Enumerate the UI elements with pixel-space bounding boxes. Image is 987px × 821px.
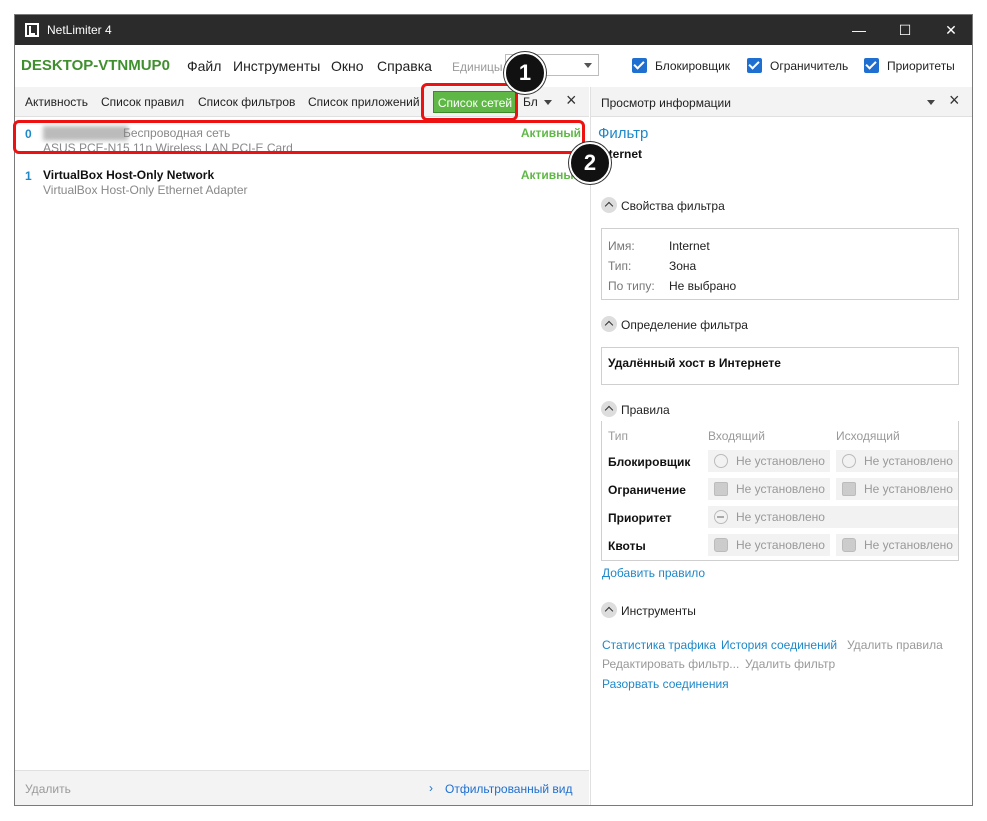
radio-icon — [714, 454, 728, 468]
rules-table: Тип Входящий Исходящий Блокировщик Не ус… — [601, 421, 959, 561]
filter-properties: Имя: Internet Тип: Зона По типу: Не выбр… — [601, 228, 959, 300]
menu-file[interactable]: Файл — [187, 58, 221, 74]
priorities-label: Приоритеты — [887, 59, 955, 73]
host-name: DESKTOP-VTNMUP0 — [21, 57, 170, 74]
minimize-button[interactable]: — — [836, 15, 882, 45]
quota-icon — [714, 538, 728, 552]
rule-in-blocker[interactable]: Не установлено — [708, 450, 830, 472]
menu-help[interactable]: Справка — [377, 58, 432, 74]
rule-value: Не установлено — [736, 510, 825, 524]
rule-out-quota[interactable]: Не установлено — [836, 534, 958, 556]
delete-filter-link[interactable]: Удалить фильтр — [745, 657, 835, 671]
limiter-checkbox[interactable] — [747, 58, 762, 73]
tab-filters-list[interactable]: Список фильтров — [198, 95, 295, 109]
add-rule-link[interactable]: Добавить правило — [602, 566, 705, 580]
panel-menu-chevron-icon[interactable] — [927, 100, 935, 105]
priority-icon — [714, 510, 728, 524]
definition-text: Удалённый хост в Интернете — [608, 356, 781, 370]
delete-rules-link[interactable]: Удалить правила — [847, 638, 943, 652]
filtered-view-button[interactable]: Отфильтрованный вид — [445, 782, 572, 796]
definition-section-label: Определение фильтра — [621, 318, 748, 332]
quota-icon — [842, 538, 856, 552]
props-section-label: Свойства фильтра — [621, 199, 725, 213]
rule-priority[interactable]: Не установлено — [708, 506, 958, 528]
connection-history-link[interactable]: История соединений — [721, 638, 837, 652]
collapse-icon — [601, 316, 617, 332]
edit-filter-link[interactable]: Редактировать фильтр... — [602, 657, 739, 671]
units-label: Единицы — [452, 60, 503, 74]
chevron-down-icon — [584, 63, 592, 68]
blocker-label: Блокировщик — [655, 59, 731, 73]
rules-col-type: Тип — [608, 429, 629, 443]
blocker-checkbox[interactable] — [632, 58, 647, 73]
list-item[interactable]: 1 VirtualBox Host-Only Network VirtualBo… — [15, 162, 589, 202]
info-panel: Просмотр информации × Фильтр Internet Св… — [590, 87, 972, 805]
rule-type: Квоты — [608, 539, 646, 553]
close-window-button[interactable]: ✕ — [928, 15, 972, 45]
callout-highlight-tab — [421, 83, 518, 121]
priorities-checkbox[interactable] — [864, 58, 879, 73]
callout-badge-2: 2 — [569, 142, 611, 184]
prop-value: Не выбрано — [669, 279, 737, 293]
filter-title: Фильтр — [598, 125, 649, 142]
radio-icon — [842, 454, 856, 468]
rule-value: Не установлено — [864, 482, 953, 496]
menu-window[interactable]: Окно — [331, 58, 364, 74]
close-panel-icon[interactable]: × — [949, 90, 960, 111]
rules-section-label: Правила — [621, 403, 670, 417]
title-bar: NetLimiter 4 — ☐ ✕ — [15, 15, 972, 45]
netlimiter-logo-icon — [25, 23, 39, 37]
traffic-stats-link[interactable]: Статистика трафика — [602, 638, 716, 652]
prop-key: Тип: — [608, 259, 632, 273]
rule-out-blocker[interactable]: Не установлено — [836, 450, 958, 472]
rule-type: Ограничение — [608, 483, 686, 497]
prop-key: Имя: — [608, 239, 635, 253]
network-name: VirtualBox Host-Only Network — [43, 168, 215, 182]
prop-value: Зона — [669, 259, 697, 273]
rule-value: Не установлено — [864, 538, 953, 552]
tab-activity[interactable]: Активность — [25, 95, 88, 109]
rule-value: Не установлено — [864, 454, 953, 468]
collapse-icon — [601, 401, 617, 417]
rules-col-in: Входящий — [708, 429, 765, 443]
rule-value: Не установлено — [736, 454, 825, 468]
collapse-icon — [601, 602, 617, 618]
network-index: 1 — [25, 169, 32, 183]
prop-key: По типу: — [608, 279, 655, 293]
rule-out-limit[interactable]: Не установлено — [836, 478, 958, 500]
disconnect-link[interactable]: Разорвать соединения — [602, 677, 729, 691]
tab-apps-list[interactable]: Список приложений — [308, 95, 420, 109]
callout-badge-1: 1 — [504, 52, 546, 94]
collapse-icon — [601, 197, 617, 213]
callout-highlight-row — [13, 120, 585, 154]
window-title: NetLimiter 4 — [47, 23, 112, 37]
prop-value: Internet — [669, 239, 710, 253]
close-tab-icon[interactable]: × — [566, 90, 577, 111]
network-adapter: VirtualBox Host-Only Ethernet Adapter — [43, 183, 248, 197]
status-bar: Удалить › Отфильтрованный вид — [15, 770, 589, 805]
limit-icon — [842, 482, 856, 496]
tab-blocked-truncated[interactable]: Бл — [523, 95, 538, 109]
rules-col-out: Исходящий — [836, 429, 900, 443]
limiter-label: Ограничитель — [770, 59, 849, 73]
rule-value: Не установлено — [736, 538, 825, 552]
filter-definition: Удалённый хост в Интернете — [601, 347, 959, 385]
tabs-overflow-chevron-icon[interactable] — [544, 100, 552, 105]
network-list: 0 ██████████ Беспроводная сеть ASUS PCE-… — [15, 118, 589, 768]
rule-in-limit[interactable]: Не установлено — [708, 478, 830, 500]
rule-value: Не установлено — [736, 482, 825, 496]
rule-in-quota[interactable]: Не установлено — [708, 534, 830, 556]
chevron-right-icon: › — [429, 781, 433, 795]
info-panel-title: Просмотр информации — [601, 96, 731, 110]
delete-button[interactable]: Удалить — [25, 782, 71, 796]
menu-bar: DESKTOP-VTNMUP0 Файл Инструменты Окно Сп… — [15, 45, 972, 87]
tools-section-label: Инструменты — [621, 604, 696, 618]
maximize-button[interactable]: ☐ — [882, 15, 928, 45]
rule-type: Приоритет — [608, 511, 672, 525]
limit-icon — [714, 482, 728, 496]
info-panel-header: Просмотр информации × — [591, 87, 972, 117]
rule-type: Блокировщик — [608, 455, 691, 469]
tab-rules-list[interactable]: Список правил — [101, 95, 184, 109]
menu-tools[interactable]: Инструменты — [233, 58, 320, 74]
